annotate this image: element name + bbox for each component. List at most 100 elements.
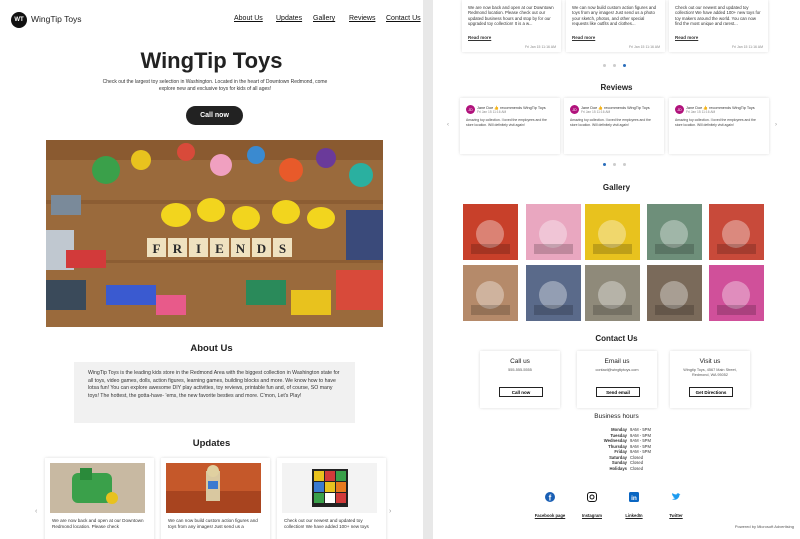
update-photo: [282, 463, 377, 513]
card-title: Visit us: [699, 358, 721, 365]
card-title: Email us: [604, 358, 630, 365]
carousel-dot[interactable]: [623, 163, 626, 166]
phone-number: 555-555-5555: [508, 368, 532, 372]
email-us-card: Email us contact@wingtiptoys.com Send em…: [577, 351, 657, 408]
send-email-button[interactable]: Send email: [596, 387, 640, 397]
hours-day: Holidays: [609, 465, 627, 471]
brand-name[interactable]: WingTip Toys: [31, 14, 82, 24]
update-card[interactable]: Check out our newest and updated toy col…: [669, 0, 768, 52]
gallery-image[interactable]: [463, 204, 518, 260]
chevron-left-icon[interactable]: ‹: [447, 122, 449, 128]
site-header: WT WingTip Toys About Us Updates Gallery…: [0, 0, 423, 38]
scrabble-tile: N: [236, 241, 246, 256]
twitter-link[interactable]: Twitter: [651, 492, 701, 522]
email-address: contact@wingtiptoys.com: [595, 368, 639, 372]
gallery-image[interactable]: [709, 204, 764, 260]
twitter-label: Twitter: [669, 513, 683, 518]
carousel-dot[interactable]: [613, 163, 616, 166]
update-text: Check out our newest and updated toy col…: [675, 5, 761, 27]
scrabble-tile: R: [173, 241, 183, 256]
scrabble-tile: F: [153, 241, 161, 256]
gallery-image[interactable]: [585, 204, 640, 260]
scrabble-tile: E: [215, 241, 224, 256]
update-text: We can now build custom action figures a…: [168, 518, 258, 530]
update-date: Fri Jan 15 11:16 AM: [524, 45, 556, 49]
update-text: Check out our newest and updated toy col…: [284, 518, 369, 530]
review-date: Fri Jan 15 11:16 AM: [581, 110, 611, 114]
update-card[interactable]: We are now back and open at our Downtown…: [462, 0, 561, 52]
linkedin-label: LinkedIn: [625, 513, 643, 518]
updates-heading: Updates: [192, 438, 231, 449]
carousel-dot[interactable]: [603, 64, 606, 67]
scrabble-tile: D: [257, 241, 266, 256]
nav-about-us[interactable]: About Us: [234, 15, 263, 22]
avatar: JD: [675, 105, 684, 114]
review-date: Fri Jan 15 11:16 AM: [686, 110, 716, 114]
gallery-image[interactable]: [526, 265, 581, 321]
reviews-heading: Reviews: [600, 83, 633, 92]
call-now-button[interactable]: Call now: [186, 106, 243, 125]
gallery-image[interactable]: [463, 265, 518, 321]
update-text: We are now back and open at our Downtown…: [468, 5, 554, 27]
gallery-image[interactable]: [709, 265, 764, 321]
carousel-dot[interactable]: [613, 64, 616, 67]
carousel-dot-active[interactable]: [623, 64, 626, 67]
nav-gallery[interactable]: Gallery: [313, 15, 335, 22]
gallery-heading: Gallery: [602, 183, 631, 192]
review-card[interactable]: JD Jane Doe 👍 recommends WingTip Toys Fr…: [460, 98, 560, 154]
review-text: Amazing toy collection. I loved the empl…: [675, 118, 756, 127]
read-more-link[interactable]: Read more: [468, 35, 491, 40]
chevron-right-icon[interactable]: ›: [389, 508, 391, 515]
get-directions-button[interactable]: Get Directions: [689, 387, 733, 397]
nav-reviews[interactable]: Reviews: [349, 15, 375, 22]
call-now-button[interactable]: Call now: [499, 387, 543, 397]
chevron-right-icon[interactable]: ›: [775, 122, 777, 128]
hero-image: F R I E N D S: [46, 140, 383, 327]
call-us-card: Call us 555-555-5555 Call now: [480, 351, 560, 408]
nav-updates[interactable]: Updates: [276, 15, 302, 22]
business-hours-table: Monday 9AM - 5PM Tuesday 9AM - 5PM Wednesd…: [590, 427, 670, 471]
visit-us-card: Visit us Wingtip Toys, 4567 Main Street,…: [670, 351, 750, 408]
gallery-image[interactable]: [585, 265, 640, 321]
svg-text:f: f: [549, 494, 552, 503]
chevron-left-icon[interactable]: ‹: [35, 508, 37, 515]
update-text: We are now back and open at our Downtown…: [52, 518, 144, 530]
footer-credit: Powered by Microsoft Advertising: [734, 524, 794, 529]
update-photo: [50, 463, 145, 513]
left-page-panel: WT WingTip Toys About Us Updates Gallery…: [0, 0, 423, 539]
review-card[interactable]: JD Jane Doe 👍 recommends WingTip Toys Fr…: [564, 98, 664, 154]
update-card[interactable]: We can now build custom action figures a…: [566, 0, 665, 52]
about-heading: About Us: [190, 343, 233, 354]
hours-time: Closed: [630, 465, 644, 471]
update-card[interactable]: We can now build custom action figures a…: [161, 458, 270, 539]
read-more-link[interactable]: Read more: [675, 35, 698, 40]
address: Wingtip Toys, 4567 Main Street, Redmond,…: [683, 368, 737, 377]
card-title: Call us: [510, 358, 530, 365]
update-card[interactable]: Check out our newest and updated toy col…: [277, 458, 386, 539]
logo[interactable]: WT: [11, 12, 27, 28]
hero-title: WingTip Toys: [140, 48, 283, 73]
carousel-dot-active[interactable]: [603, 163, 606, 166]
gallery-image[interactable]: [647, 204, 702, 260]
update-photo: [166, 463, 261, 513]
contact-heading: Contact Us: [595, 334, 638, 343]
scrabble-tile: S: [279, 241, 286, 256]
update-date: Fri Jan 15 11:16 AM: [731, 45, 763, 49]
reviews-carousel-dots: [603, 163, 626, 166]
twitter-icon: [651, 492, 701, 504]
scrabble-tile: I: [196, 241, 201, 256]
avatar: JD: [466, 105, 475, 114]
business-hours-title: Business hours: [594, 413, 639, 420]
svg-text:in: in: [631, 495, 637, 502]
read-more-link[interactable]: Read more: [572, 35, 595, 40]
updates-carousel-dots: [603, 64, 626, 67]
review-card[interactable]: JD Jane Doe 👍 recommends WingTip Toys Fr…: [669, 98, 769, 154]
update-card[interactable]: We are now back and open at our Downtown…: [45, 458, 154, 539]
facebook-label: Facebook page: [534, 513, 566, 518]
update-date: Fri Jan 15 11:16 AM: [628, 45, 660, 49]
review-text: Amazing toy collection. I loved the empl…: [466, 118, 547, 127]
gallery-image[interactable]: [647, 265, 702, 321]
gallery-image[interactable]: [526, 204, 581, 260]
hero-subtitle: Check out the largest toy selection in W…: [102, 79, 328, 92]
nav-contact-us[interactable]: Contact Us: [386, 15, 421, 22]
